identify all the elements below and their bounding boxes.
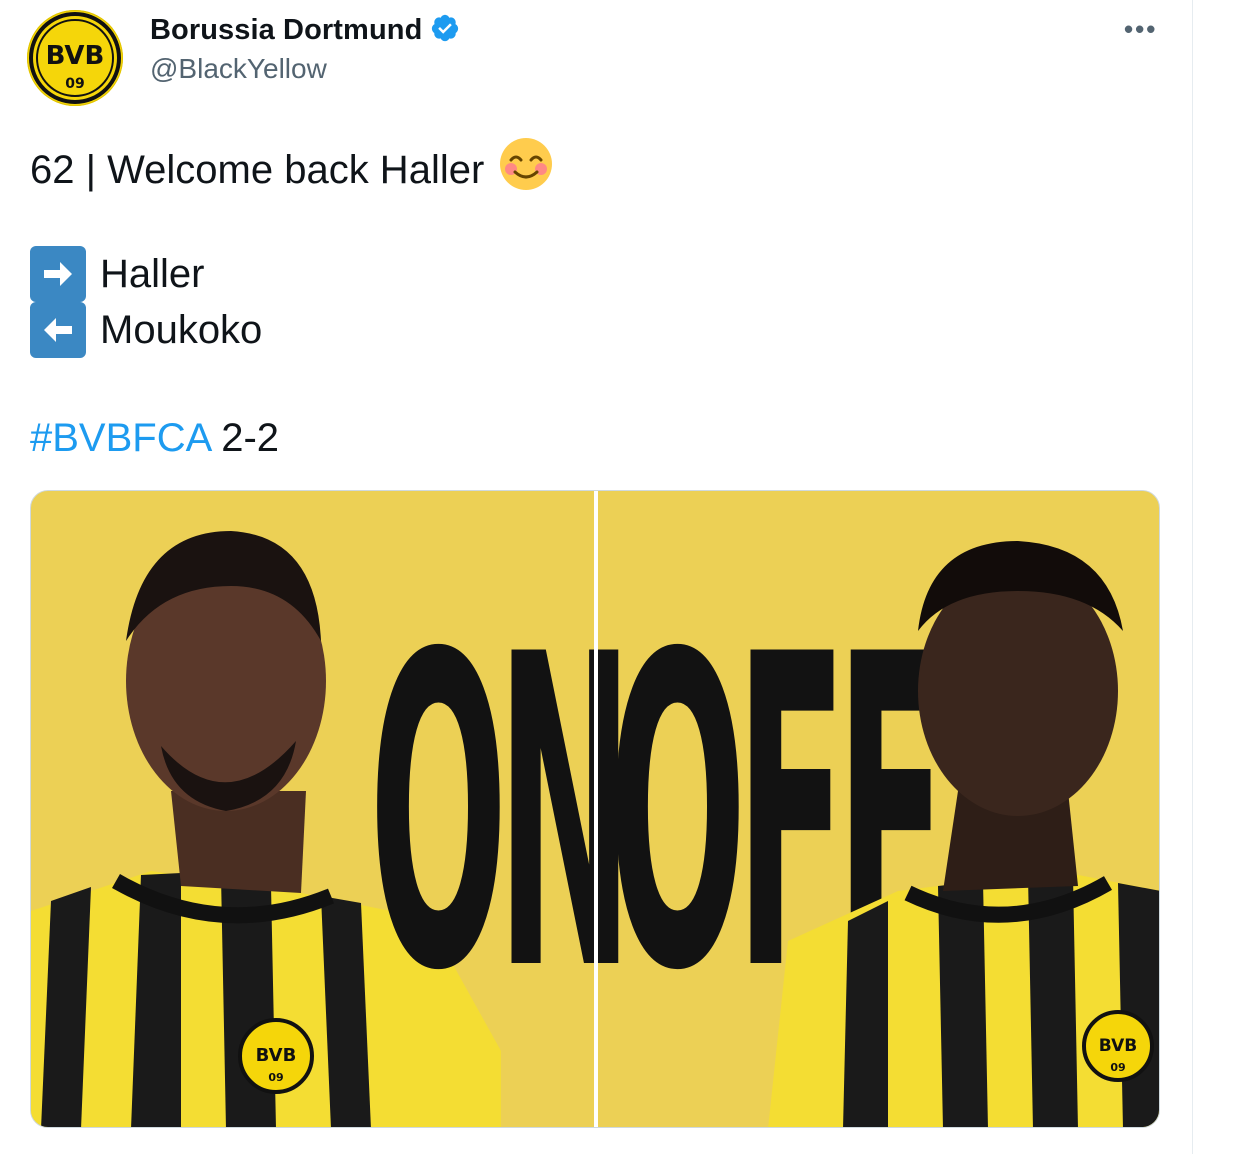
on-label: ON (369, 565, 633, 1065)
crest-number-right: 09 (1110, 1061, 1125, 1074)
left-arrow-icon (30, 302, 86, 358)
substitution-out-line: Moukoko (30, 302, 262, 358)
hashtag-link[interactable]: #BVBFCA (30, 416, 210, 460)
tweet-media-image[interactable]: BVB 09 ON OFF BVB 09 (30, 490, 1160, 1128)
crest-number-left: 09 (268, 1071, 283, 1084)
match-score: 2-2 (221, 416, 280, 460)
svg-text:09: 09 (65, 76, 84, 92)
smiling-face-emoji-icon (498, 136, 554, 203)
author-handle[interactable]: @BlackYellow (150, 53, 327, 85)
author-name-row[interactable]: Borussia Dortmund (150, 13, 460, 48)
player-out-name: Moukoko (100, 308, 263, 352)
score-line: #BVBFCA 2-2 (30, 414, 279, 462)
bvb-logo: BVB 09 (29, 12, 121, 104)
more-options-button[interactable]: ••• (1124, 14, 1157, 45)
tweet-headline: 62 | Welcome back Haller (30, 147, 485, 192)
right-arrow-icon (30, 246, 86, 302)
player-out-illustration: BVB 09 (768, 541, 1159, 1127)
substitution-in-line: Haller (30, 246, 204, 302)
crest-text-right: BVB (1099, 1036, 1137, 1056)
account-avatar[interactable]: BVB 09 (27, 10, 123, 106)
player-in-name: Haller (100, 252, 205, 296)
svg-text:BVB: BVB (46, 41, 105, 71)
tweet-text-line-1: 62 | Welcome back Haller (30, 136, 554, 203)
author-display-name[interactable]: Borussia Dortmund (150, 14, 422, 47)
crest-text-left: BVB (256, 1045, 297, 1066)
timeline-right-border (1192, 0, 1193, 1154)
media-panel-on: BVB 09 ON (31, 491, 633, 1127)
media-panel-off: OFF BVB 09 (598, 491, 1159, 1127)
verified-badge-icon (430, 13, 460, 48)
